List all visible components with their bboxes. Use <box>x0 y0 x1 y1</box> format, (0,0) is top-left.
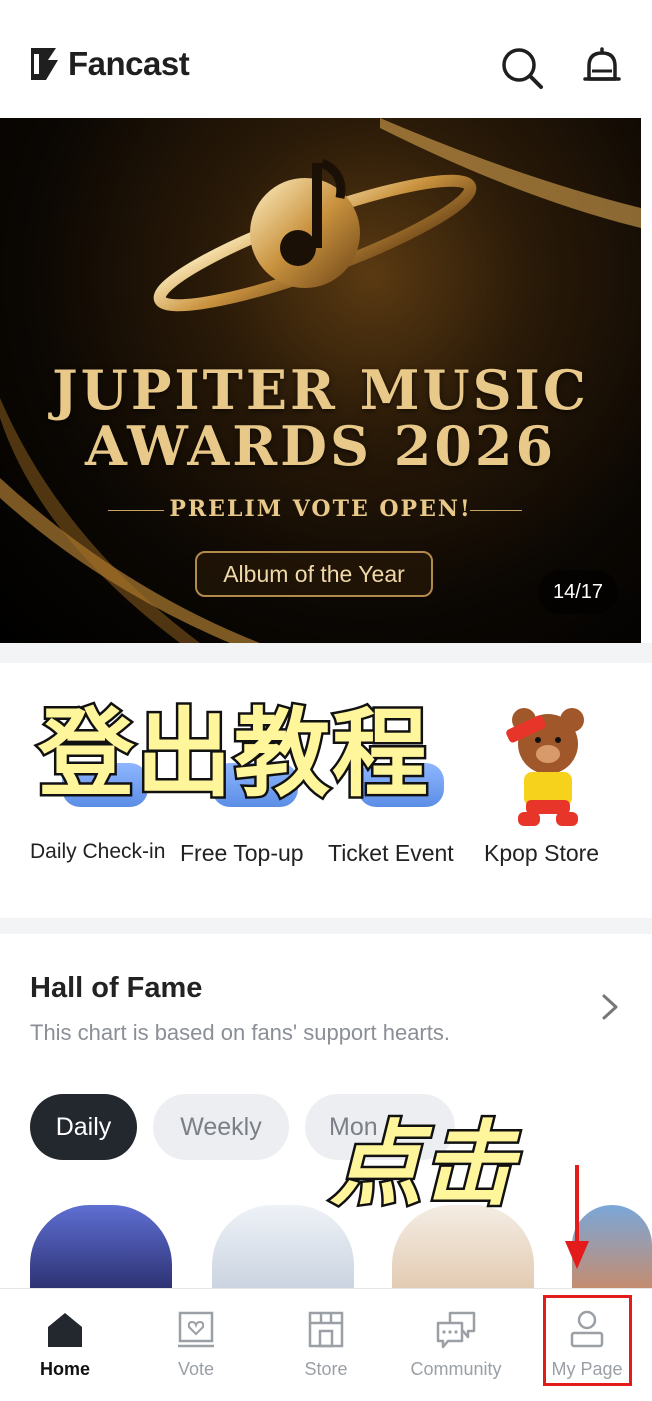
notification-bell-icon[interactable] <box>580 46 624 90</box>
app-name: Fancast <box>68 45 190 82</box>
shortcut-daily-check-in[interactable]: Daily Check-in <box>30 840 165 864</box>
fancast-logo-icon <box>31 48 58 80</box>
divider-right <box>470 510 522 511</box>
banner-title-line2: AWARDS 2026 <box>84 414 557 478</box>
tutorial-overlay-text: 登出教程 <box>36 696 431 813</box>
banner-page-counter: 14/17 <box>538 570 618 614</box>
hall-of-fame-title: Hall of Fame <box>30 972 203 1004</box>
down-arrow-icon <box>565 1165 589 1269</box>
store-icon <box>308 1311 344 1348</box>
my-page-highlight-box <box>543 1295 632 1386</box>
album-of-the-year-button[interactable]: Album of the Year <box>195 551 433 597</box>
tab-weekly[interactable]: Weekly <box>153 1094 289 1160</box>
nav-vote[interactable]: Vote <box>136 1289 256 1389</box>
shortcut-free-top-up[interactable]: Free Top-up <box>180 840 304 867</box>
nav-label-community: Community <box>410 1359 502 1379</box>
shortcut-kpop-store[interactable]: Kpop Store <box>484 840 599 867</box>
shortcut-ticket-event[interactable]: Ticket Event <box>328 840 454 867</box>
section-divider <box>0 643 652 663</box>
nav-store[interactable]: Store <box>266 1289 386 1389</box>
home-icon <box>48 1313 82 1347</box>
hall-of-fame-thumb-1[interactable] <box>30 1205 172 1293</box>
nav-home[interactable]: Home <box>5 1289 125 1389</box>
nav-label-vote: Vote <box>177 1359 215 1379</box>
chat-icon <box>436 1311 476 1349</box>
nav-community[interactable]: Community <box>396 1289 516 1389</box>
hall-of-fame-subtitle: This chart is based on fans' support hea… <box>30 1020 450 1045</box>
banner-subtitle: PRELIM VOTE OPEN! <box>169 496 472 522</box>
bear-icon[interactable] <box>500 700 596 830</box>
promo-banner[interactable]: JUPITER MUSIC AWARDS 2026 PRELIM VOTE OP… <box>0 118 641 643</box>
banner-title-line1: JUPITER MUSIC <box>52 358 589 422</box>
app-header: Fancast <box>0 0 652 118</box>
section-divider-2 <box>0 918 652 934</box>
nav-label-home: Home <box>39 1359 90 1379</box>
search-icon[interactable] <box>500 46 544 90</box>
app-logo[interactable]: Fancast <box>28 44 190 84</box>
chevron-right-icon[interactable] <box>598 992 622 1022</box>
tab-daily[interactable]: Daily <box>30 1094 137 1160</box>
nav-label-store: Store <box>304 1359 348 1379</box>
vote-box-icon <box>178 1311 214 1348</box>
tap-overlay-text: 点击 <box>327 1112 516 1219</box>
